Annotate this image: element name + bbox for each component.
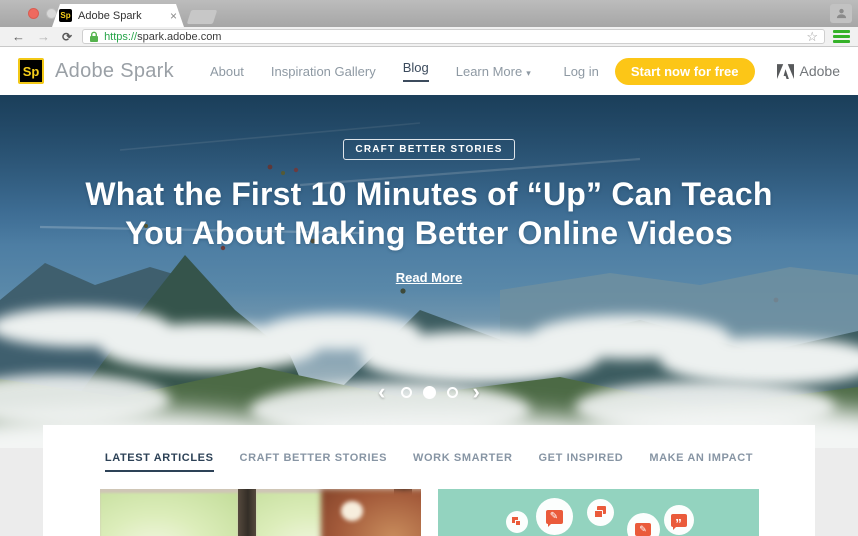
browser-menu-icon[interactable] (833, 30, 850, 43)
carousel-dot-3[interactable] (446, 386, 458, 398)
log-in-link[interactable]: Log in (563, 64, 598, 79)
address-bar[interactable]: https:// spark.adobe.com ☆ (82, 29, 825, 44)
profile-icon (836, 8, 846, 19)
tab-work-smarter[interactable]: WORK SMARTER (413, 452, 512, 472)
browser-toolbar: ← → ⟳ https:// spark.adobe.com ☆ (0, 27, 858, 47)
url-host: spark.adobe.com (137, 30, 222, 43)
carousel-dot-2[interactable] (422, 385, 436, 399)
nav-link-about[interactable]: About (210, 64, 244, 79)
pencil-bubble-icon: ✎ (535, 498, 573, 535)
headline-line-1: What the First 10 Minutes of “Up” Can Te… (85, 176, 773, 212)
article-category-tabs: LATEST ARTICLES CRAFT BETTER STORIES WOR… (43, 425, 815, 472)
adobe-logo-icon (776, 63, 794, 79)
hero-section: CRAFT BETTER STORIES What the First 10 M… (0, 95, 858, 448)
tab-close-icon[interactable]: × (170, 10, 177, 22)
chevron-down-icon: ▾ (526, 67, 531, 78)
forward-icon[interactable]: → (31, 30, 56, 43)
new-tab-button[interactable] (186, 10, 218, 24)
person-silhouette (320, 489, 421, 536)
tab-craft-better-stories[interactable]: CRAFT BETTER STORIES (240, 452, 387, 472)
browser-tab-strip: Sp Adobe Spark × (0, 0, 858, 27)
site-navbar: Sp Adobe Spark About Inspiration Gallery… (0, 47, 858, 95)
nav-link-inspiration-gallery[interactable]: Inspiration Gallery (271, 64, 376, 79)
carousel-dot-1[interactable] (400, 386, 412, 398)
tab-make-an-impact[interactable]: MAKE AN IMPACT (649, 452, 753, 472)
category-badge[interactable]: CRAFT BETTER STORIES (343, 139, 515, 160)
primary-nav: About Inspiration Gallery Blog Learn Mor… (210, 60, 531, 82)
browser-tab[interactable]: Sp Adobe Spark × (52, 4, 184, 27)
chat-squares-icon (586, 499, 614, 526)
carousel-next-icon[interactable]: › (469, 381, 484, 403)
reload-icon[interactable]: ⟳ (56, 31, 78, 43)
hero-carousel-controls: ‹ › (0, 381, 858, 403)
bookmark-star-icon[interactable]: ☆ (806, 30, 818, 43)
tab-get-inspired[interactable]: GET INSPIRED (539, 452, 624, 472)
secure-lock-icon (90, 31, 99, 42)
adobe-label: Adobe (799, 63, 840, 79)
tab-latest-articles[interactable]: LATEST ARTICLES (104, 452, 214, 472)
article-thumbnail-photo[interactable] (99, 489, 421, 536)
back-icon[interactable]: ← (6, 30, 31, 43)
nav-link-learn-more[interactable]: Learn More ▾ (456, 64, 531, 79)
url-scheme: https:// (104, 30, 138, 43)
window-minimize-button[interactable] (46, 8, 57, 19)
pencil-bubble-icon: ✎ (626, 513, 660, 536)
article-thumbnail-illustration[interactable]: ✎ ✎ ” (437, 489, 759, 536)
nav-link-blog[interactable]: Blog (402, 60, 429, 82)
mug (340, 501, 363, 521)
favicon: Sp (60, 11, 71, 20)
headline-line-2: You About Making Better Online Videos (125, 215, 733, 251)
article-thumbnails: ✎ ✎ ” (43, 489, 815, 536)
adobe-brand[interactable]: Adobe (776, 63, 840, 79)
window-close-button[interactable] (28, 8, 39, 19)
carousel-prev-icon[interactable]: ‹ (374, 381, 389, 403)
navbar-actions: Log in Start now for free Adobe (563, 57, 840, 85)
profile-button[interactable] (830, 4, 852, 23)
read-more-link[interactable]: Read More (396, 270, 462, 285)
articles-card: LATEST ARTICLES CRAFT BETTER STORIES WOR… (43, 425, 815, 536)
adobe-spark-logo[interactable]: Sp (18, 58, 44, 84)
tab-title: Adobe Spark (78, 9, 142, 22)
brand-name: Adobe Spark (55, 59, 174, 82)
start-now-button[interactable]: Start now for free (614, 57, 755, 85)
quote-bubble-icon: ” (663, 505, 694, 535)
squares-icon (505, 511, 528, 533)
hero-headline: What the First 10 Minutes of “Up” Can Te… (85, 175, 772, 253)
